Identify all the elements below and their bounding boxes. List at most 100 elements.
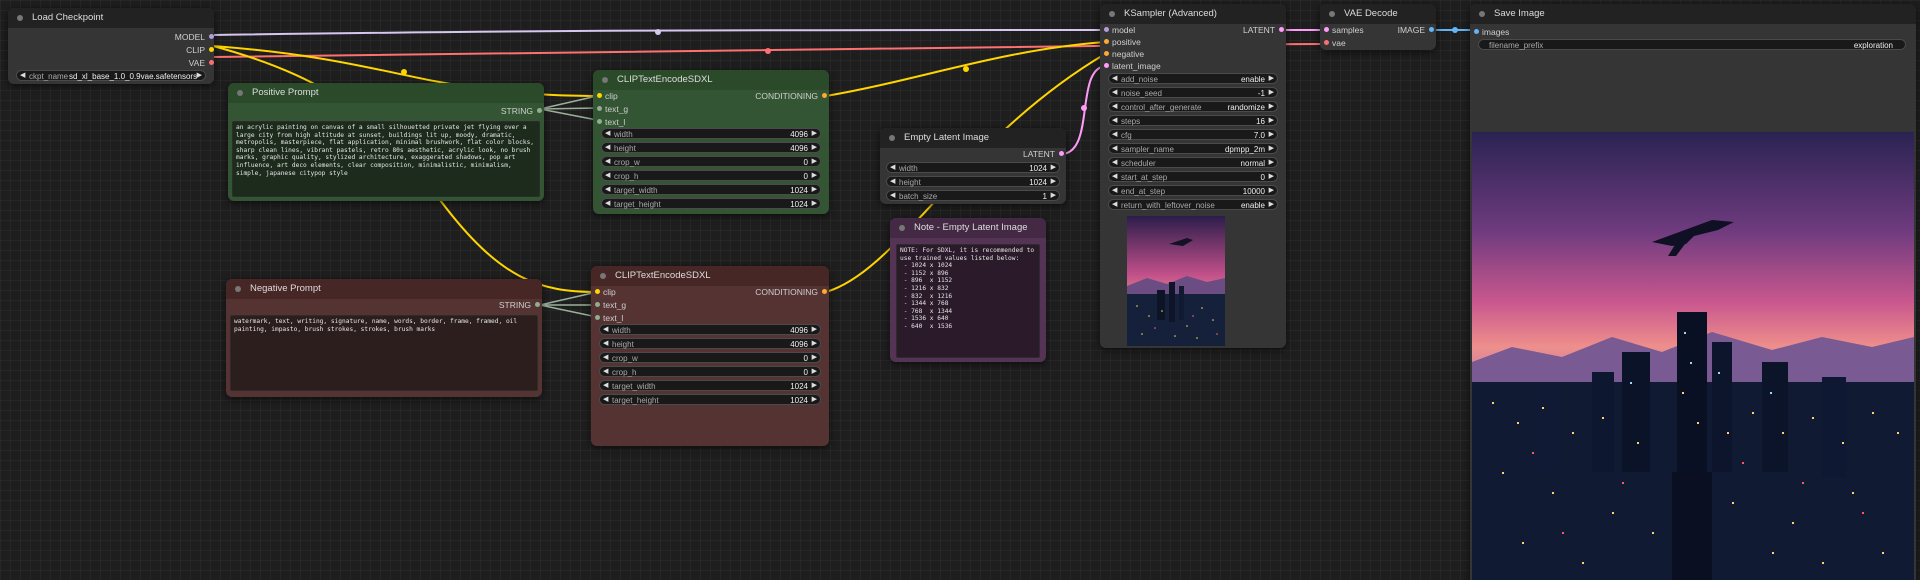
increment-icon[interactable]: ▶	[1269, 87, 1274, 98]
node-title[interactable]: Empty Latent Image	[880, 128, 1066, 148]
decrement-icon[interactable]: ◀	[1112, 143, 1117, 154]
collapse-dot-icon[interactable]	[899, 225, 905, 231]
latent-height-input[interactable]: ◀ height 1024 ▶	[886, 176, 1060, 187]
width-input[interactable]: ◀ width 4096 ▶	[599, 324, 821, 335]
decrement-icon[interactable]: ◀	[890, 176, 895, 187]
batch-size-input[interactable]: ◀ batch_size 1 ▶	[886, 190, 1060, 201]
decrement-icon[interactable]: ◀	[603, 380, 608, 391]
target-width-input[interactable]: ◀ target_width 1024 ▶	[601, 184, 821, 195]
collapse-dot-icon[interactable]	[237, 90, 243, 96]
decrement-icon[interactable]: ◀	[605, 156, 610, 167]
output-vae[interactable]: VAE	[189, 57, 214, 69]
increment-icon[interactable]: ▶	[1051, 176, 1056, 187]
increment-icon[interactable]: ▶	[1051, 162, 1056, 173]
increment-icon[interactable]: ▶	[1269, 185, 1274, 196]
increment-icon[interactable]: ▶	[812, 142, 817, 153]
load-checkpoint-node[interactable]: Load Checkpoint MODEL CLIP VAE ◀ ckpt_na…	[8, 8, 214, 84]
decrement-icon[interactable]: ◀	[1112, 73, 1117, 84]
increment-icon[interactable]: ▶	[812, 338, 817, 349]
output-latent[interactable]: LATENT	[1243, 24, 1284, 36]
node-title[interactable]: Positive Prompt	[228, 83, 544, 103]
noise-seed-input[interactable]: ◀ noise_seed -1 ▶	[1108, 87, 1278, 98]
crop-h-input[interactable]: ◀ crop_h 0 ▶	[599, 366, 821, 377]
decrement-icon[interactable]: ◀	[890, 190, 895, 201]
input-text-g[interactable]: text_g	[595, 299, 626, 311]
collapse-dot-icon[interactable]	[1109, 11, 1115, 17]
positive-prompt-node[interactable]: Positive Prompt STRING an acrylic painti…	[228, 83, 544, 201]
input-clip[interactable]: clip	[595, 286, 616, 298]
increment-icon[interactable]: ▶	[812, 324, 817, 335]
output-image[interactable]: IMAGE	[1398, 24, 1435, 36]
note-node[interactable]: Note - Empty Latent Image NOTE: For SDXL…	[890, 218, 1046, 362]
target-width-input[interactable]: ◀ target_width 1024 ▶	[599, 380, 821, 391]
output-conditioning[interactable]: CONDITIONING	[755, 286, 827, 298]
increment-icon[interactable]: ▶	[812, 352, 817, 363]
decrement-icon[interactable]: ◀	[603, 366, 608, 377]
ksampler-advanced-node[interactable]: KSampler (Advanced) model positive negat…	[1100, 4, 1286, 348]
control-after-generate-combo[interactable]: ◀ control_after_generate randomize ▶	[1108, 101, 1278, 112]
node-title[interactable]: CLIPTextEncodeSDXL	[591, 266, 829, 286]
cfg-input[interactable]: ◀ cfg 7.0 ▶	[1108, 129, 1278, 140]
output-clip[interactable]: CLIP	[186, 44, 214, 56]
decrement-icon[interactable]: ◀	[890, 162, 895, 173]
increment-icon[interactable]: ▶	[812, 380, 817, 391]
note-textarea[interactable]: NOTE: For SDXL, it is recommended to use…	[896, 244, 1040, 358]
node-title[interactable]: CLIPTextEncodeSDXL	[593, 70, 829, 90]
start-at-step-input[interactable]: ◀ start_at_step 0 ▶	[1108, 171, 1278, 182]
increment-icon[interactable]: ▶	[1269, 157, 1274, 168]
decrement-icon[interactable]: ◀	[1112, 87, 1117, 98]
return-with-leftover-noise-combo[interactable]: ◀ return_with_leftover_noise enable ▶	[1108, 199, 1278, 210]
scheduler-combo[interactable]: ◀ scheduler normal ▶	[1108, 157, 1278, 168]
decrement-icon[interactable]: ◀	[1112, 199, 1117, 210]
increment-icon[interactable]: ▶	[1269, 171, 1274, 182]
decrement-icon[interactable]: ◀	[605, 184, 610, 195]
input-vae[interactable]: vae	[1324, 37, 1346, 49]
increment-icon[interactable]: ▶	[1051, 190, 1056, 201]
decrement-icon[interactable]: ◀	[603, 338, 608, 349]
vae-decode-node[interactable]: VAE Decode samples vae IMAGE	[1320, 4, 1436, 50]
increment-icon[interactable]: ▶	[812, 366, 817, 377]
decrement-icon[interactable]: ◀	[1112, 115, 1117, 126]
input-text-l[interactable]: text_l	[595, 312, 623, 324]
node-title[interactable]: Save Image	[1470, 4, 1916, 24]
collapse-dot-icon[interactable]	[17, 15, 23, 21]
node-title[interactable]: Negative Prompt	[226, 279, 542, 299]
arrow-right-icon[interactable]: ▶	[197, 70, 202, 81]
decrement-icon[interactable]: ◀	[1112, 185, 1117, 196]
sampler-name-combo[interactable]: ◀ sampler_name dpmpp_2m ▶	[1108, 143, 1278, 154]
collapse-dot-icon[interactable]	[889, 135, 895, 141]
input-negative[interactable]: negative	[1104, 48, 1144, 60]
decrement-icon[interactable]: ◀	[1112, 157, 1117, 168]
increment-icon[interactable]: ▶	[812, 170, 817, 181]
output-model[interactable]: MODEL	[175, 31, 214, 43]
increment-icon[interactable]: ▶	[1269, 143, 1274, 154]
decrement-icon[interactable]: ◀	[605, 170, 610, 181]
node-title[interactable]: VAE Decode	[1320, 4, 1436, 24]
input-samples[interactable]: samples	[1324, 24, 1364, 36]
crop-w-input[interactable]: ◀ crop_w 0 ▶	[599, 352, 821, 363]
latent-width-input[interactable]: ◀ width 1024 ▶	[886, 162, 1060, 173]
collapse-dot-icon[interactable]	[1479, 11, 1485, 17]
increment-icon[interactable]: ▶	[812, 184, 817, 195]
input-images[interactable]: images	[1474, 26, 1509, 38]
end-at-step-input[interactable]: ◀ end_at_step 10000 ▶	[1108, 185, 1278, 196]
node-title[interactable]: KSampler (Advanced)	[1100, 4, 1286, 24]
increment-icon[interactable]: ▶	[812, 394, 817, 405]
positive-prompt-textarea[interactable]: an acrylic painting on canvas of a small…	[232, 121, 540, 197]
increment-icon[interactable]: ▶	[812, 128, 817, 139]
width-input[interactable]: ◀ width 4096 ▶	[601, 128, 821, 139]
input-latent-image[interactable]: latent_image	[1104, 60, 1161, 72]
negative-prompt-textarea[interactable]: watermark, text, writing, signature, nam…	[230, 315, 538, 391]
add-noise-combo[interactable]: ◀ add_noise enable ▶	[1108, 73, 1278, 84]
empty-latent-node[interactable]: Empty Latent Image LATENT ◀ width 1024 ▶ ◀ h…	[880, 128, 1066, 204]
increment-icon[interactable]: ▶	[1269, 101, 1274, 112]
output-string[interactable]: STRING	[499, 299, 541, 311]
target-height-input[interactable]: ◀ target_height 1024 ▶	[601, 198, 821, 209]
decrement-icon[interactable]: ◀	[1112, 129, 1117, 140]
output-latent[interactable]: LATENT	[1023, 148, 1064, 160]
height-input[interactable]: ◀ height 4096 ▶	[599, 338, 821, 349]
increment-icon[interactable]: ▶	[1269, 73, 1274, 84]
clip-encode-negative-node[interactable]: CLIPTextEncodeSDXL clip text_g text_l CO…	[591, 266, 829, 446]
increment-icon[interactable]: ▶	[1269, 129, 1274, 140]
decrement-icon[interactable]: ◀	[603, 394, 608, 405]
